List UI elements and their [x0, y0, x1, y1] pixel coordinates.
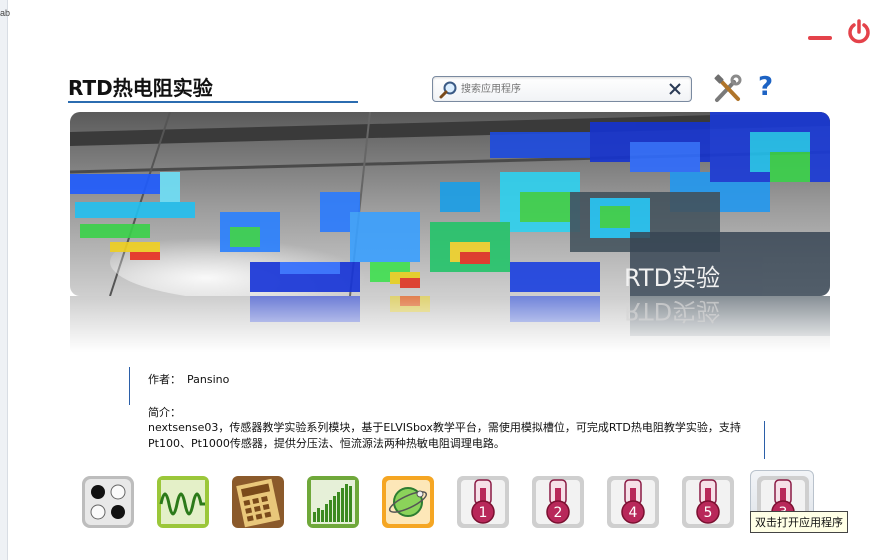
- waveform-app-icon: [157, 476, 209, 528]
- globe-app-icon: [382, 476, 434, 528]
- app-tile-dots[interactable]: [80, 474, 136, 530]
- title-underline: [68, 101, 358, 103]
- author-label: 作者：: [148, 373, 181, 386]
- search-input[interactable]: [461, 80, 661, 98]
- tools-settings-icon[interactable]: [712, 74, 744, 104]
- thermo-number: 5: [704, 505, 713, 521]
- power-close-icon[interactable]: [846, 18, 872, 46]
- app-tile-thermo-4[interactable]: 4: [605, 474, 661, 530]
- app-tile-bar-chart[interactable]: [305, 474, 361, 530]
- info-right-divider: [764, 421, 765, 459]
- app-tile-thermo-1[interactable]: 1: [455, 474, 511, 530]
- thermo-number: 1: [479, 505, 488, 521]
- thermometer-app-icon: 2: [532, 476, 584, 528]
- app-tile-waveform[interactable]: [155, 474, 211, 530]
- app-tile-thermo-5[interactable]: 5: [680, 474, 736, 530]
- search-icon: [438, 80, 458, 100]
- clear-search-icon[interactable]: [667, 81, 683, 97]
- help-icon[interactable]: ?: [758, 72, 782, 104]
- thermo-number: 4: [629, 505, 638, 521]
- intro-label: 简介：: [148, 406, 181, 419]
- search-box[interactable]: [432, 76, 692, 102]
- thermometer-app-icon: 4: [607, 476, 659, 528]
- dots-app-icon: [82, 476, 134, 528]
- tooltip: 双击打开应用程序: [750, 511, 848, 533]
- bar-chart-app-icon: [307, 476, 359, 528]
- app-tile-globe[interactable]: [380, 474, 436, 530]
- left-window-strip: ab: [0, 0, 11, 560]
- thermometer-app-icon: 5: [682, 476, 734, 528]
- banner-label: RTD实验: [624, 264, 721, 292]
- author-line: 作者： Pansino: [148, 371, 229, 387]
- thermometer-app-icon: 1: [457, 476, 509, 528]
- app-tile-thermo-2[interactable]: 2: [530, 474, 586, 530]
- calculator-app-icon: [232, 476, 284, 528]
- info-left-divider: [129, 367, 130, 405]
- author-value: Pansino: [187, 373, 230, 386]
- minimize-button[interactable]: [808, 36, 832, 40]
- left-strip-text: ab: [0, 8, 11, 18]
- banner-label-reflection: RTD实验: [624, 297, 721, 325]
- thermo-number: 2: [554, 505, 563, 521]
- page-title: RTD热电阻实验: [68, 76, 213, 100]
- app-tile-calculator[interactable]: [230, 474, 286, 530]
- intro-text: nextsense03，传感器教学实验系列模块，基于ELVISbox教学平台，需…: [148, 421, 741, 450]
